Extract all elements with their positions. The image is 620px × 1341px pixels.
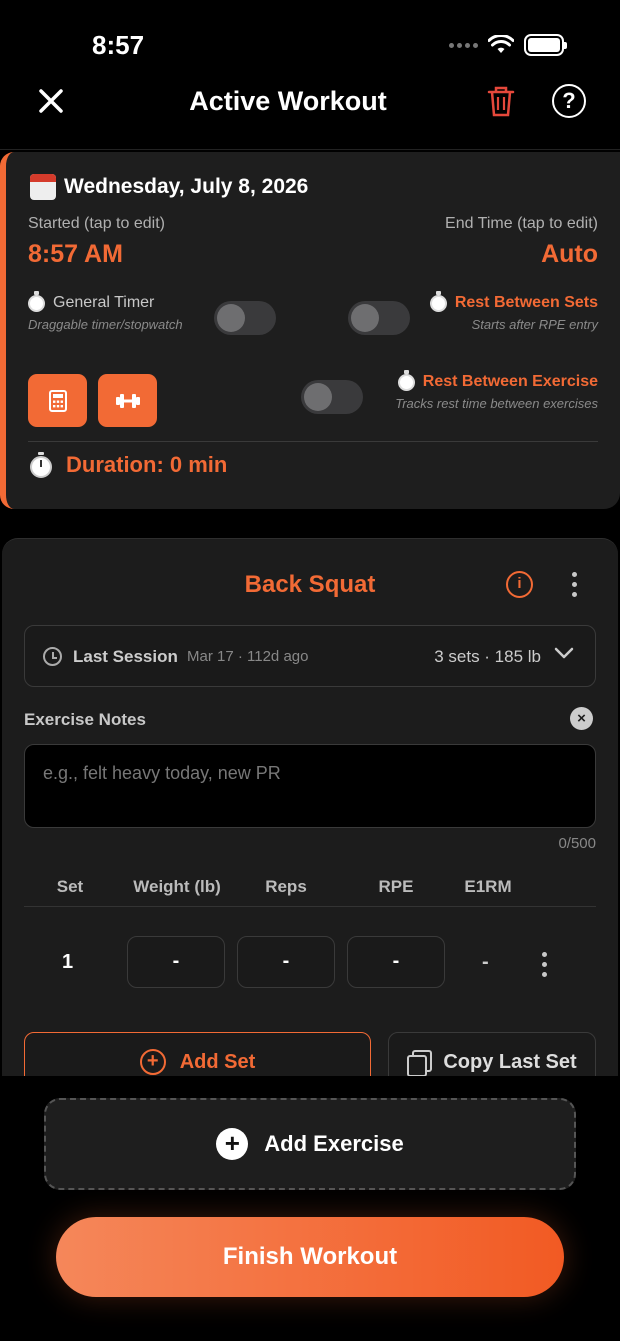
general-timer-sub: Draggable timer/stopwatch bbox=[28, 317, 183, 332]
set-options-icon[interactable] bbox=[542, 952, 547, 977]
plate-calculator-button[interactable] bbox=[98, 374, 157, 427]
chevron-down-icon bbox=[554, 647, 574, 659]
wifi-icon bbox=[488, 35, 514, 53]
add-set-label: Add Set bbox=[179, 1050, 256, 1073]
reps-input[interactable]: - bbox=[237, 936, 335, 988]
stopwatch-icon bbox=[30, 452, 52, 478]
nav-bar: Active Workout ? bbox=[0, 80, 620, 150]
col-header-rpe: RPE bbox=[378, 877, 414, 896]
stopwatch-icon bbox=[429, 290, 447, 312]
trash-icon[interactable] bbox=[486, 84, 516, 118]
status-icons bbox=[449, 34, 567, 56]
calendar-icon bbox=[30, 174, 56, 200]
end-time-label: End Time (tap to edit) bbox=[445, 215, 598, 232]
general-timer-label: General Timer bbox=[53, 294, 155, 311]
divider bbox=[24, 906, 596, 907]
notes-input[interactable] bbox=[24, 744, 596, 828]
dumbbell-icon bbox=[115, 393, 140, 408]
rest-between-exercise: Rest Between Exercise Tracks rest time b… bbox=[395, 369, 598, 411]
last-session-dropdown[interactable]: Last Session Mar 17 · 112d ago 3 sets · … bbox=[24, 625, 596, 687]
col-header-weight: Weight (lb) bbox=[133, 877, 221, 896]
e1rm-value: - bbox=[482, 951, 489, 973]
status-bar: 8:57 bbox=[0, 0, 620, 80]
general-timer: General Timer Draggable timer/stopwatch bbox=[28, 290, 183, 332]
col-header-set: Set bbox=[56, 877, 84, 896]
notes-label: Exercise Notes bbox=[24, 710, 146, 729]
rest-between-sets-toggle[interactable] bbox=[348, 301, 410, 335]
session-card: Wednesday, July 8, 2026 Started (tap to … bbox=[0, 152, 620, 509]
col-header-reps: Reps bbox=[265, 877, 307, 896]
clear-notes-icon[interactable]: × bbox=[570, 707, 593, 730]
duration: Duration: 0 min bbox=[28, 452, 227, 478]
clock-icon bbox=[43, 647, 62, 666]
end-time[interactable]: Auto bbox=[541, 240, 598, 269]
copy-last-set-label: Copy Last Set bbox=[443, 1050, 577, 1073]
started-label: Started (tap to edit) bbox=[28, 215, 165, 232]
finish-workout-button[interactable]: Finish Workout bbox=[56, 1217, 564, 1297]
info-icon[interactable]: i bbox=[506, 571, 533, 598]
rest-between-sets: Rest Between Sets Starts after RPE entry bbox=[429, 290, 598, 332]
status-time: 8:57 bbox=[92, 30, 145, 60]
rest-exercise-sub: Tracks rest time between exercises bbox=[395, 396, 598, 411]
rest-sets-label: Rest Between Sets bbox=[454, 294, 598, 311]
last-session-summary: 3 sets · 185 lb bbox=[434, 647, 541, 666]
more-options-icon[interactable] bbox=[572, 572, 577, 597]
page-title: Active Workout bbox=[189, 86, 387, 116]
started-time[interactable]: 8:57 AM bbox=[28, 240, 123, 269]
stopwatch-icon bbox=[28, 290, 45, 312]
add-exercise-label: Add Exercise bbox=[264, 1131, 404, 1156]
add-exercise-button[interactable]: + Add Exercise bbox=[44, 1098, 576, 1190]
date-row: Wednesday, July 8, 2026 bbox=[30, 174, 308, 200]
last-session-label: Last Session bbox=[73, 647, 178, 666]
finish-label: Finish Workout bbox=[222, 1243, 398, 1270]
rpe-input[interactable]: - bbox=[347, 936, 445, 988]
bottom-actions: + Add Exercise Finish Workout bbox=[0, 1076, 620, 1341]
duration-text: Duration: 0 min bbox=[66, 452, 228, 477]
col-header-e1rm: E1RM bbox=[464, 877, 512, 896]
notes-counter: 0/500 bbox=[558, 835, 596, 852]
calculator-icon bbox=[48, 389, 67, 412]
general-timer-toggle[interactable] bbox=[214, 301, 276, 335]
calculator-button[interactable] bbox=[28, 374, 87, 427]
rest-exercise-label: Rest Between Exercise bbox=[422, 373, 598, 390]
set-number: 1 bbox=[62, 951, 74, 973]
rest-sets-sub: Starts after RPE entry bbox=[471, 317, 598, 332]
last-session-date: Mar 17 · 112d ago bbox=[187, 648, 309, 665]
plus-circle-icon: + bbox=[139, 1049, 166, 1075]
stopwatch-icon bbox=[397, 369, 415, 391]
session-date: Wednesday, July 8, 2026 bbox=[64, 175, 309, 198]
weight-input[interactable]: - bbox=[127, 936, 225, 988]
copy-icon bbox=[407, 1050, 433, 1077]
plus-icon: + bbox=[216, 1128, 249, 1160]
exercise-card: Back Squat i Last Session Mar 17 · 112d … bbox=[2, 538, 618, 1098]
divider bbox=[28, 441, 598, 442]
help-button[interactable]: ? bbox=[552, 84, 586, 118]
rest-between-exercise-toggle[interactable] bbox=[301, 380, 363, 414]
cellular-icon bbox=[449, 42, 478, 48]
battery-icon bbox=[524, 34, 567, 56]
